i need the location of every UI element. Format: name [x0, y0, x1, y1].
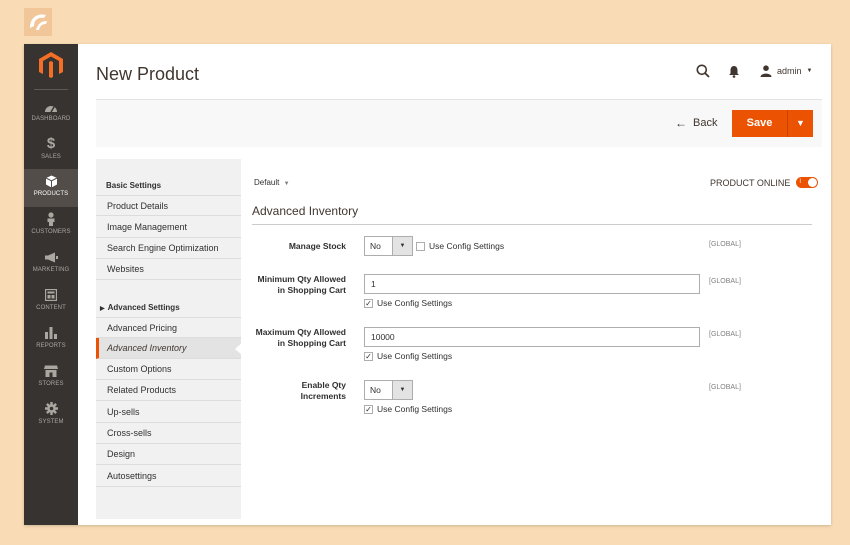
save-options-toggle[interactable]: ▼: [788, 110, 813, 137]
cube-icon: [24, 172, 78, 190]
nav-marketing[interactable]: MARKETING: [24, 245, 78, 283]
arrow-left-icon: ←: [675, 116, 687, 130]
scope-tag: [GLOBAL]: [709, 331, 741, 338]
section-divider: [252, 224, 812, 225]
dropdown-arrow-icon: ▼: [392, 381, 412, 399]
tab-design[interactable]: Design: [96, 444, 241, 465]
sidebar-divider: [34, 89, 68, 90]
tab-product-details[interactable]: Product Details: [96, 195, 241, 216]
max-qty-label: Maximum Qty Allowed in Shopping Cart: [255, 327, 346, 348]
toggle-on-marker: I: [799, 179, 802, 185]
back-button[interactable]: ← Back: [675, 116, 717, 130]
nav-reports[interactable]: REPORTS: [24, 321, 78, 359]
nav-content[interactable]: CONTENT: [24, 283, 78, 321]
manage-stock-use-config[interactable]: Use Config Settings: [416, 241, 504, 251]
tab-related-products[interactable]: Related Products: [96, 380, 241, 401]
tab-search-engine-optimization[interactable]: Search Engine Optimization: [96, 238, 241, 259]
toggle-knob: [808, 178, 818, 187]
nav-stores[interactable]: STORES: [24, 359, 78, 397]
gear-icon: [24, 400, 78, 418]
advanced-settings-heading[interactable]: ▶ Advanced Settings: [100, 303, 180, 312]
chevron-down-icon: ▼: [796, 118, 805, 128]
dropdown-arrow-icon: ▼: [392, 237, 412, 255]
admin-window: DASHBOARD $ SALES PRODUCTS CUSTOMERS MAR…: [24, 44, 831, 525]
tab-custom-options[interactable]: Custom Options: [96, 359, 241, 380]
product-online-switch[interactable]: PRODUCT ONLINE I: [710, 177, 819, 188]
min-qty-use-config[interactable]: ✓ Use Config Settings: [364, 298, 452, 308]
tab-websites[interactable]: Websites: [96, 259, 241, 280]
checkbox-checked[interactable]: ✓: [364, 298, 373, 308]
user-icon: [760, 65, 772, 77]
tab-up-sells[interactable]: Up-sells: [96, 402, 241, 423]
checkbox-checked[interactable]: ✓: [364, 351, 373, 361]
scope-tag: [GLOBAL]: [709, 278, 741, 285]
manage-stock-select[interactable]: No ▼: [364, 236, 413, 256]
caret-down-icon: ▼: [283, 181, 290, 187]
qty-increments-use-config[interactable]: ✓ Use Config Settings: [364, 404, 452, 414]
watermark-logo: [24, 8, 52, 36]
admin-sidebar: DASHBOARD $ SALES PRODUCTS CUSTOMERS MAR…: [24, 44, 78, 525]
scope-tag: [GLOBAL]: [709, 241, 741, 248]
qty-increments-label: Enable Qty Increments: [300, 380, 346, 401]
scope-tag: [GLOBAL]: [709, 384, 741, 391]
save-button[interactable]: Save: [732, 110, 788, 137]
dashboard-icon: [24, 97, 78, 115]
min-qty-input[interactable]: 1: [364, 274, 700, 294]
store-icon: [24, 362, 78, 380]
product-online-toggle[interactable]: I: [796, 177, 819, 188]
layout-icon: [24, 286, 78, 304]
dollar-icon: $: [46, 135, 56, 152]
nav-sales[interactable]: $ SALES: [24, 132, 78, 170]
person-icon: [24, 210, 78, 228]
tab-autosettings[interactable]: Autosettings: [96, 466, 241, 487]
user-menu[interactable]: admin ▼: [760, 64, 812, 78]
max-qty-use-config[interactable]: ✓ Use Config Settings: [364, 351, 452, 361]
checkbox-unchecked[interactable]: [416, 241, 425, 251]
section-title: Advanced Inventory: [252, 204, 359, 218]
user-name: admin: [777, 66, 802, 76]
megaphone-icon: [24, 248, 78, 266]
tab-advanced-pricing[interactable]: Advanced Pricing: [96, 317, 241, 338]
basic-settings-heading: Basic Settings: [106, 181, 162, 190]
triangle-right-icon: ▶: [100, 306, 105, 312]
min-qty-label: Minimum Qty Allowed in Shopping Cart: [257, 274, 346, 295]
max-qty-input[interactable]: 10000: [364, 327, 700, 347]
nav-dashboard[interactable]: DASHBOARD: [24, 94, 78, 132]
checkbox-checked[interactable]: ✓: [364, 404, 373, 414]
tab-advanced-inventory[interactable]: Advanced Inventory: [96, 338, 242, 359]
notifications-bell-icon[interactable]: [728, 65, 740, 78]
tab-cross-sells[interactable]: Cross-sells: [96, 423, 241, 444]
magento-logo-icon[interactable]: [38, 51, 64, 79]
store-scope-switcher[interactable]: Default ▼: [254, 178, 290, 187]
nav-customers[interactable]: CUSTOMERS: [24, 207, 78, 245]
manage-stock-label: Manage Stock: [288, 241, 346, 251]
bar-chart-icon: [24, 324, 78, 342]
page-title: New Product: [96, 64, 200, 84]
nav-system[interactable]: SYSTEM: [24, 397, 78, 435]
product-online-label: PRODUCT ONLINE: [710, 177, 791, 188]
nav-products[interactable]: PRODUCTS: [24, 169, 78, 207]
qty-increments-select[interactable]: No ▼: [364, 380, 413, 400]
tab-image-management[interactable]: Image Management: [96, 217, 241, 238]
product-tabs-panel: Basic Settings Product Details Image Man…: [96, 159, 242, 519]
search-icon[interactable]: [696, 64, 710, 78]
chevron-down-icon: ▼: [806, 68, 813, 74]
page-actions-bar: ← Back Save ▼: [96, 99, 822, 147]
